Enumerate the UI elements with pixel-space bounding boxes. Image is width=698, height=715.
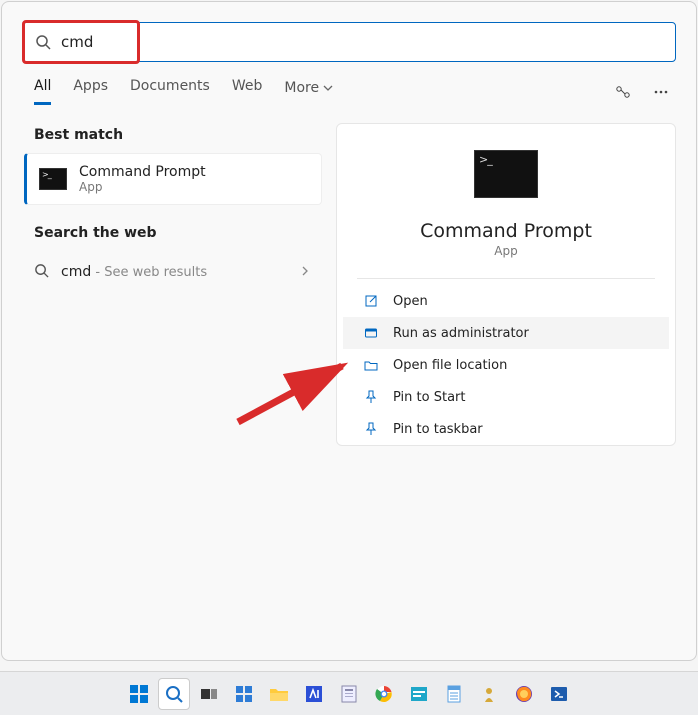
taskbar-task-view[interactable] bbox=[193, 678, 225, 710]
taskbar-chrome[interactable] bbox=[368, 678, 400, 710]
web-result-text: cmd - See web results bbox=[61, 261, 207, 280]
folder-icon bbox=[363, 357, 379, 373]
action-run-admin-label: Run as administrator bbox=[393, 326, 529, 341]
taskbar-file-explorer[interactable] bbox=[263, 678, 295, 710]
tabs-row: All Apps Documents Web More bbox=[2, 72, 696, 105]
best-match-label: Best match bbox=[34, 127, 322, 143]
open-icon bbox=[363, 293, 379, 309]
taskbar-app-blue[interactable] bbox=[298, 678, 330, 710]
tab-web[interactable]: Web bbox=[232, 78, 263, 105]
connect-icon[interactable] bbox=[614, 83, 632, 101]
command-prompt-icon bbox=[39, 168, 67, 190]
search-row bbox=[2, 2, 696, 72]
action-open-location-label: Open file location bbox=[393, 358, 507, 373]
taskbar-search[interactable] bbox=[158, 678, 190, 710]
chevron-down-icon bbox=[323, 83, 333, 93]
taskbar-start[interactable] bbox=[123, 678, 155, 710]
best-match-item[interactable]: Command Prompt App bbox=[24, 153, 322, 205]
action-open-label: Open bbox=[393, 294, 428, 309]
pin-icon bbox=[363, 421, 379, 437]
action-run-admin[interactable]: Run as administrator bbox=[343, 317, 669, 349]
action-open[interactable]: Open bbox=[343, 285, 669, 317]
details-pane: Command Prompt App Open Run as administr… bbox=[336, 123, 676, 446]
action-pin-start[interactable]: Pin to Start bbox=[343, 381, 669, 413]
tabs: All Apps Documents Web More bbox=[34, 78, 590, 105]
chevron-right-icon bbox=[300, 265, 310, 277]
action-pin-start-label: Pin to Start bbox=[393, 390, 465, 405]
web-suffix: - See web results bbox=[91, 265, 207, 280]
action-open-location[interactable]: Open file location bbox=[343, 349, 669, 381]
web-result-item[interactable]: cmd - See web results bbox=[22, 251, 322, 290]
taskbar-app-teal[interactable] bbox=[403, 678, 435, 710]
taskbar-app-clip[interactable] bbox=[333, 678, 365, 710]
more-icon[interactable] bbox=[652, 83, 670, 101]
tab-apps[interactable]: Apps bbox=[73, 78, 108, 105]
search-icon bbox=[34, 263, 49, 278]
tab-more-label: More bbox=[284, 80, 319, 96]
results-left: Best match Command Prompt App Search the… bbox=[22, 123, 322, 446]
pin-icon bbox=[363, 389, 379, 405]
search-window: All Apps Documents Web More Best match C… bbox=[1, 1, 697, 661]
tab-documents[interactable]: Documents bbox=[130, 78, 210, 105]
header-icons bbox=[614, 83, 676, 101]
search-box[interactable] bbox=[22, 22, 676, 62]
action-pin-taskbar-label: Pin to taskbar bbox=[393, 422, 483, 437]
search-web-label: Search the web bbox=[34, 225, 322, 241]
app-sub: App bbox=[494, 244, 517, 258]
actions-list: Open Run as administrator Open file loca… bbox=[337, 285, 675, 445]
taskbar-firefox[interactable] bbox=[508, 678, 540, 710]
shield-icon bbox=[363, 325, 379, 341]
results-body: Best match Command Prompt App Search the… bbox=[2, 105, 696, 456]
command-prompt-icon bbox=[474, 150, 538, 198]
divider bbox=[357, 278, 654, 279]
action-pin-taskbar[interactable]: Pin to taskbar bbox=[343, 413, 669, 445]
tab-more[interactable]: More bbox=[284, 78, 333, 105]
app-title: Command Prompt bbox=[420, 220, 592, 242]
web-term: cmd bbox=[61, 264, 91, 280]
taskbar-notepad[interactable] bbox=[438, 678, 470, 710]
best-match-text: Command Prompt App bbox=[79, 164, 206, 194]
taskbar-widgets[interactable] bbox=[228, 678, 260, 710]
search-icon bbox=[35, 34, 51, 50]
tab-all[interactable]: All bbox=[34, 78, 51, 105]
taskbar-app-gold[interactable] bbox=[473, 678, 505, 710]
best-match-title: Command Prompt bbox=[79, 164, 206, 180]
taskbar-powershell[interactable] bbox=[543, 678, 575, 710]
best-match-sub: App bbox=[79, 180, 206, 194]
search-input[interactable] bbox=[61, 33, 663, 51]
taskbar bbox=[0, 671, 698, 715]
